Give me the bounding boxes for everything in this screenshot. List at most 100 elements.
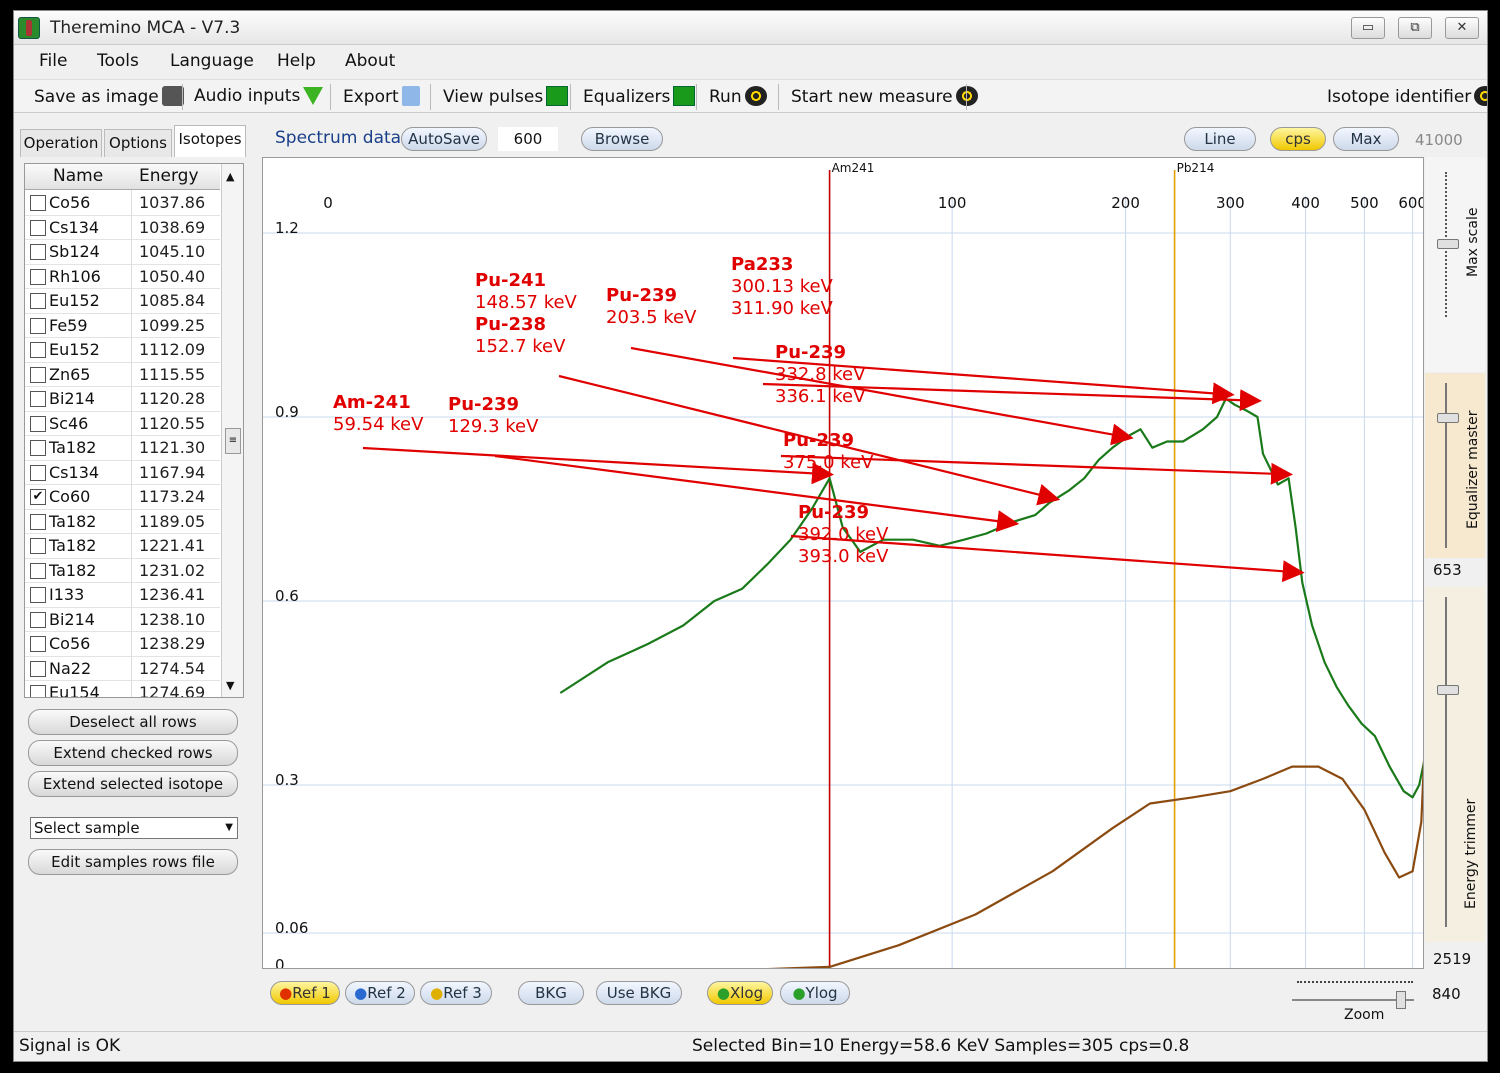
- menu-help[interactable]: Help: [277, 51, 316, 71]
- checkbox[interactable]: [30, 415, 46, 432]
- scroll-thumb[interactable]: ≡: [225, 428, 241, 454]
- browse-button[interactable]: Browse: [581, 127, 663, 151]
- checkbox[interactable]: [30, 538, 46, 554]
- checkbox[interactable]: [30, 636, 46, 652]
- header-name[interactable]: Name: [53, 166, 103, 186]
- app-window: Theremino MCA - V7.3 ▭ ⧉ ✕ File Tools La…: [13, 10, 1488, 1062]
- table-row[interactable]: Fe59 1099.25: [25, 314, 220, 338]
- tab-operation[interactable]: Operation: [20, 129, 102, 157]
- checkbox[interactable]: [30, 219, 46, 236]
- checkbox[interactable]: [30, 513, 46, 530]
- menu-file[interactable]: File: [39, 51, 67, 71]
- checkbox[interactable]: [30, 660, 46, 677]
- table-row[interactable]: Na22 1274.54: [25, 657, 220, 681]
- checkbox[interactable]: [30, 562, 46, 579]
- table-row[interactable]: Bi214 1238.10: [25, 608, 220, 632]
- scroll-up-icon[interactable]: ▲: [226, 170, 234, 183]
- checkbox[interactable]: [30, 342, 46, 358]
- checkbox[interactable]: [30, 244, 46, 260]
- scroll-down-icon[interactable]: ▼: [226, 679, 234, 692]
- table-row[interactable]: Co56 1238.29: [25, 632, 220, 657]
- table-row[interactable]: Cs134 1038.69: [25, 216, 220, 240]
- table-row[interactable]: Cs134 1167.94: [25, 461, 220, 485]
- table-row[interactable]: Ta182 1121.30: [25, 436, 220, 461]
- table-scrollbar[interactable]: ▲ ≡ ▼: [221, 164, 243, 697]
- isotope-energy: 1120.55: [139, 413, 206, 433]
- spectrum-svg[interactable]: 0100200300400500600700800900100011001200…: [263, 158, 1423, 968]
- checkbox[interactable]: [30, 366, 46, 383]
- table-row[interactable]: I133 1236.41: [25, 583, 220, 608]
- close-button[interactable]: ✕: [1445, 17, 1479, 39]
- checkbox-checked[interactable]: ✔: [30, 489, 46, 505]
- status-bar: Signal is OK Selected Bin=10 Energy=58.6…: [14, 1031, 1487, 1061]
- extend-selected-button[interactable]: Extend selected isotope: [28, 771, 238, 797]
- isotope-energy: 1115.55: [139, 364, 206, 384]
- table-row[interactable]: Co56 1037.86: [25, 191, 220, 216]
- table-row[interactable]: Eu152 1085.84: [25, 289, 220, 314]
- audio-inputs-button[interactable]: Audio inputs: [194, 86, 324, 106]
- checkbox[interactable]: [30, 685, 46, 697]
- zoom-slider[interactable]: Zoom: [1292, 977, 1418, 1025]
- checkbox[interactable]: [30, 195, 46, 211]
- xlog-button[interactable]: ●Xlog: [707, 981, 773, 1005]
- table-row[interactable]: Eu154 1274.69: [25, 681, 220, 697]
- ref1-button[interactable]: ●Ref 1: [270, 981, 340, 1005]
- slider-thumb[interactable]: [1437, 685, 1459, 695]
- autosave-interval-field[interactable]: 600: [498, 127, 558, 151]
- menu-about[interactable]: About: [345, 51, 395, 71]
- ref3-button[interactable]: ●Ref 3: [420, 981, 492, 1005]
- checkbox[interactable]: [30, 587, 46, 603]
- table-row[interactable]: Ta182 1221.41: [25, 534, 220, 559]
- run-button[interactable]: Run: [709, 86, 767, 107]
- extend-checked-button[interactable]: Extend checked rows: [28, 740, 238, 766]
- ylog-button[interactable]: ●Ylog: [780, 981, 850, 1005]
- menu-tools[interactable]: Tools: [97, 51, 139, 71]
- slider-thumb[interactable]: [1437, 239, 1459, 249]
- spectrum-plot[interactable]: 0100200300400500600700800900100011001200…: [262, 157, 1424, 969]
- export-button[interactable]: Export: [343, 86, 420, 107]
- checkbox[interactable]: [30, 268, 46, 285]
- x-tick-label: 600: [1398, 194, 1423, 212]
- table-row[interactable]: Ta182 1231.02: [25, 559, 220, 583]
- restore-button[interactable]: ⧉: [1398, 17, 1432, 39]
- autosave-button[interactable]: AutoSave: [401, 127, 487, 151]
- start-new-measure-button[interactable]: Start new measure: [791, 86, 978, 107]
- checkbox[interactable]: [30, 440, 46, 456]
- checkbox[interactable]: [30, 611, 46, 628]
- minimize-button[interactable]: ▭: [1351, 17, 1385, 39]
- isotope-identifier-button[interactable]: Isotope identifier: [1327, 86, 1487, 107]
- checkbox[interactable]: [30, 391, 46, 407]
- table-row[interactable]: Bi214 1120.28: [25, 387, 220, 412]
- isotope-name: Cs134: [49, 217, 100, 237]
- menu-language[interactable]: Language: [170, 51, 254, 71]
- tab-options[interactable]: Options: [104, 129, 172, 157]
- save-image-button[interactable]: Save as image: [34, 86, 184, 107]
- max-button[interactable]: Max: [1333, 127, 1399, 151]
- tab-isotopes[interactable]: Isotopes: [174, 125, 246, 157]
- annotation-text: 393.0 keV: [798, 546, 889, 567]
- use-bkg-button[interactable]: Use BKG: [596, 981, 682, 1005]
- ref2-button[interactable]: ●Ref 2: [345, 981, 415, 1005]
- line-button[interactable]: Line: [1184, 127, 1256, 151]
- table-row[interactable]: Zn65 1115.55: [25, 363, 220, 387]
- table-row[interactable]: ✔ Co60 1173.24: [25, 485, 220, 510]
- header-energy[interactable]: Energy: [139, 166, 199, 186]
- table-row[interactable]: Sc46 1120.55: [25, 412, 220, 436]
- checkbox[interactable]: [30, 464, 46, 481]
- bkg-button[interactable]: BKG: [518, 981, 584, 1005]
- isotope-name: Co60: [49, 487, 91, 506]
- equalizers-button[interactable]: Equalizers: [583, 86, 696, 107]
- zoom-thumb[interactable]: [1396, 991, 1406, 1009]
- view-pulses-button[interactable]: View pulses: [443, 86, 569, 107]
- checkbox[interactable]: [30, 317, 46, 334]
- table-row[interactable]: Sb124 1045.10: [25, 240, 220, 265]
- select-sample-dropdown[interactable]: Select sample ▼: [30, 817, 238, 839]
- table-row[interactable]: Eu152 1112.09: [25, 338, 220, 363]
- table-row[interactable]: Ta182 1189.05: [25, 510, 220, 534]
- cps-button[interactable]: cps: [1270, 127, 1326, 151]
- checkbox[interactable]: [30, 293, 46, 309]
- edit-samples-button[interactable]: Edit samples rows file: [28, 849, 238, 875]
- deselect-all-button[interactable]: Deselect all rows: [28, 709, 238, 735]
- table-row[interactable]: Rh106 1050.40: [25, 265, 220, 289]
- slider-thumb[interactable]: [1437, 413, 1459, 423]
